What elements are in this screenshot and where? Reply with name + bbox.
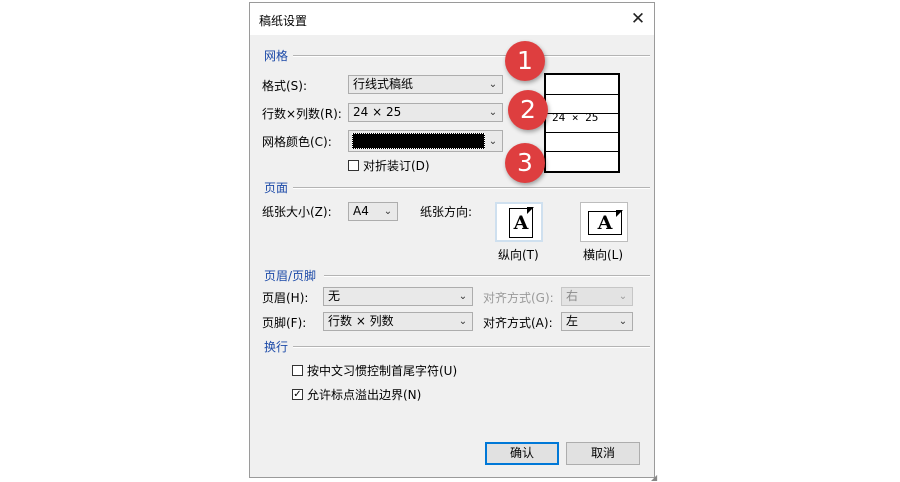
portrait-icon-letter: A xyxy=(513,212,529,234)
section-title-header-footer: 页眉/页脚 xyxy=(264,269,317,283)
grid-preview: 24 × 25 xyxy=(544,73,620,173)
header-select-value: 无 xyxy=(328,289,341,303)
grid-color-label: 网格颜色(C): xyxy=(262,135,332,149)
callout-badge-1: 1 xyxy=(505,41,545,81)
paper-size-select[interactable]: A4 ⌄ xyxy=(348,202,398,221)
callout-badge-3: 3 xyxy=(505,143,545,183)
rows-cols-label: 行数×列数(R): xyxy=(262,107,342,121)
footer-align-label: 对齐方式(A): xyxy=(483,316,553,330)
portrait-label: 纵向(T) xyxy=(498,248,539,262)
orientation-label: 纸张方向: xyxy=(420,205,473,219)
chevron-down-icon: ⌄ xyxy=(488,79,498,90)
landscape-icon-letter: A xyxy=(597,212,613,234)
format-label: 格式(S): xyxy=(262,79,308,93)
chevron-down-icon: ⌄ xyxy=(383,206,393,217)
footer-label: 页脚(F): xyxy=(262,316,307,330)
resize-grip-icon[interactable]: ◢ xyxy=(651,473,657,482)
section-divider xyxy=(324,275,650,277)
format-select-value: 行线式稿纸 xyxy=(353,77,414,91)
footer-align-select-value: 左 xyxy=(566,314,579,328)
callout-badge-2: 2 xyxy=(508,90,548,130)
title-bar: 稿纸设置 ✕ xyxy=(250,3,654,35)
section-title-grid: 网格 xyxy=(264,49,289,63)
grid-color-select[interactable]: ⌄ xyxy=(348,130,503,152)
footer-align-select[interactable]: 左 ⌄ xyxy=(561,312,633,331)
page-fold-icon xyxy=(527,207,534,214)
fold-binding-label: 对折装订(D) xyxy=(363,159,430,173)
cancel-button[interactable]: 取消 xyxy=(566,442,640,465)
page-fold-icon xyxy=(616,210,623,217)
header-align-select-value: 右 xyxy=(566,289,579,303)
header-label: 页眉(H): xyxy=(262,291,309,305)
header-align-label: 对齐方式(G): xyxy=(483,291,554,305)
portrait-button[interactable]: A xyxy=(495,202,543,242)
preview-size-text: 24 × 25 xyxy=(552,111,599,124)
format-select[interactable]: 行线式稿纸 ⌄ xyxy=(348,75,503,94)
chevron-down-icon: ⌄ xyxy=(488,136,498,147)
landscape-page-icon: A xyxy=(588,210,623,235)
chevron-down-icon: ⌄ xyxy=(618,291,628,302)
paper-settings-dialog: 稿纸设置 ✕ 网格 格式(S): 行线式稿纸 ⌄ 行数×列数(R): 24 × … xyxy=(249,2,657,482)
section-divider xyxy=(293,187,650,189)
fold-binding-checkbox[interactable] xyxy=(348,160,359,171)
header-align-select[interactable]: 右 ⌄ xyxy=(561,287,633,306)
landscape-label: 横向(L) xyxy=(583,248,624,262)
preview-grid-line xyxy=(546,94,618,95)
allow-overflow-checkbox[interactable]: ✓ xyxy=(292,389,303,400)
control-chars-checkbox[interactable] xyxy=(292,365,303,376)
chevron-down-icon: ⌄ xyxy=(618,316,628,327)
section-title-wrap: 换行 xyxy=(264,340,289,354)
header-select[interactable]: 无 ⌄ xyxy=(323,287,473,306)
section-divider xyxy=(293,346,650,348)
footer-select-value: 行数 × 列数 xyxy=(328,314,394,328)
rows-cols-select-value: 24 × 25 xyxy=(353,105,402,119)
preview-grid-line xyxy=(546,132,618,133)
chevron-down-icon: ⌄ xyxy=(458,316,468,327)
preview-grid-line xyxy=(546,151,618,152)
paper-size-select-value: A4 xyxy=(353,204,369,218)
chevron-down-icon: ⌄ xyxy=(458,291,468,302)
rows-cols-select[interactable]: 24 × 25 ⌄ xyxy=(348,103,503,122)
landscape-button[interactable]: A xyxy=(580,202,628,242)
close-icon[interactable]: ✕ xyxy=(628,10,648,28)
ok-button[interactable]: 确认 xyxy=(485,442,559,465)
paper-size-label: 纸张大小(Z): xyxy=(262,205,332,219)
section-title-page: 页面 xyxy=(264,181,289,195)
portrait-page-icon: A xyxy=(509,207,534,238)
footer-select[interactable]: 行数 × 列数 ⌄ xyxy=(323,312,473,331)
grid-color-swatch xyxy=(352,133,485,149)
control-chars-label: 按中文习惯控制首尾字符(U) xyxy=(307,364,458,378)
section-divider xyxy=(293,55,650,57)
dialog-title: 稿纸设置 xyxy=(259,14,308,28)
allow-overflow-label: 允许标点溢出边界(N) xyxy=(307,388,422,402)
chevron-down-icon: ⌄ xyxy=(488,107,498,118)
